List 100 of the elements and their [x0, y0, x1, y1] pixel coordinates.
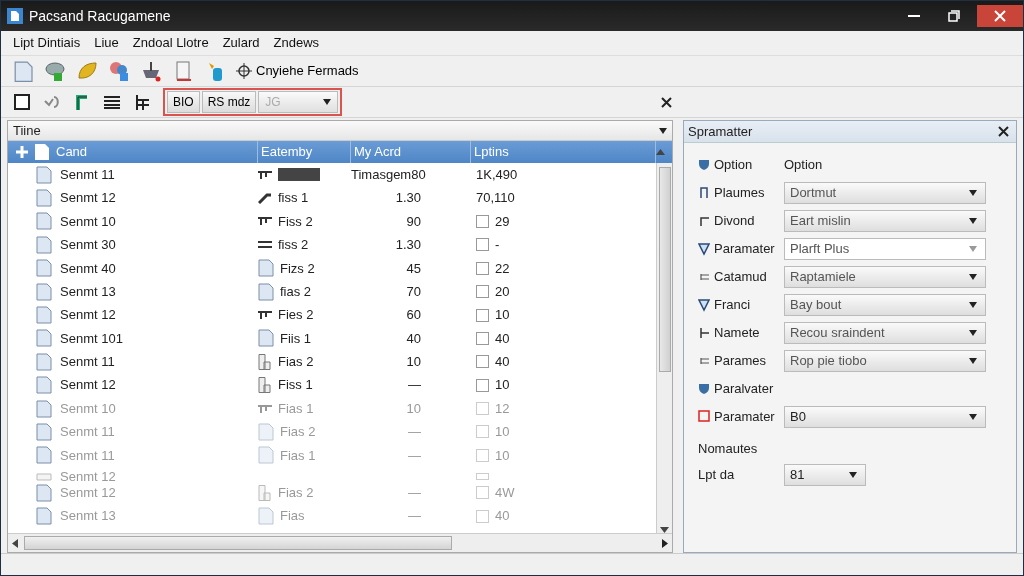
checkbox[interactable] [476, 509, 489, 523]
table-cell-text: Fiss 2 [278, 212, 313, 231]
table-cell-text: - [495, 236, 500, 255]
dropdown-arrow-icon[interactable] [659, 127, 667, 134]
menu-item[interactable]: Zulard [216, 33, 266, 53]
table-cell-text: 10 [495, 376, 510, 395]
checkbox[interactable] [476, 238, 489, 252]
document-icon [36, 446, 52, 465]
table-cell: 40 [406, 330, 421, 346]
table-cell-text: Fias [280, 507, 305, 526]
checkbox[interactable] [476, 448, 489, 462]
tool-icon [258, 170, 272, 179]
checkbox[interactable] [476, 402, 489, 416]
vertical-scrollbar[interactable] [656, 163, 672, 533]
scroll-up-icon[interactable] [656, 149, 665, 155]
table-cell-text: fias 2 [280, 282, 312, 301]
dropdown-arrow-icon [969, 330, 977, 336]
dropdown-field[interactable]: 81 [784, 464, 866, 486]
table-cell-text: Fias 2 [278, 353, 314, 372]
row-name[interactable]: Senmt 12 [60, 375, 116, 395]
document-icon [36, 352, 52, 371]
field-label: Paralvater [714, 380, 774, 399]
dropdown-field[interactable]: Recou sraindent [784, 322, 986, 344]
dropdown-field[interactable]: Rop pie tiobo [784, 350, 986, 372]
tool-icon [258, 217, 272, 226]
app-icon [7, 8, 23, 24]
row-name[interactable]: Senmt 12 [60, 188, 116, 208]
command-button[interactable]: Cnyiehe Fermads [233, 59, 362, 83]
scroll-thumb[interactable] [24, 536, 452, 550]
document-icon [12, 60, 34, 82]
field-label: Namete [714, 324, 760, 343]
shield-icon [698, 158, 710, 172]
close-icon [998, 126, 1009, 137]
row-name[interactable]: Senmt 10 [60, 211, 116, 232]
table-cell: 1.30 [395, 237, 421, 253]
checkbox[interactable] [476, 378, 489, 392]
table-cell-text: 40 [495, 507, 510, 526]
close-button[interactable] [658, 94, 675, 110]
table-cell: 90 [406, 213, 421, 229]
menu-item[interactable]: Zndoal Llotre [126, 33, 215, 53]
document-icon [258, 329, 274, 348]
document-icon [36, 376, 52, 395]
table-cell-text: 20 [495, 282, 510, 301]
row-name[interactable]: Senmt 30 [60, 235, 116, 255]
table-cell-text: 22 [495, 259, 510, 278]
document-icon [36, 165, 52, 184]
menu-item[interactable]: Zndews [267, 33, 326, 53]
format-button[interactable]: BIO [167, 91, 200, 113]
dropdown-field[interactable]: Eart mislin [784, 210, 986, 232]
row-name[interactable]: Senmt 13 [60, 281, 116, 302]
dropdown-field[interactable]: Raptamiele [784, 266, 986, 288]
input-field[interactable]: Plarft Plus [784, 238, 986, 260]
table-cell-text: fiss 1 [278, 189, 309, 208]
restore-icon [948, 10, 960, 22]
row-name[interactable]: Senmt 11 [60, 164, 115, 185]
document-icon [36, 507, 52, 526]
corner-icon [698, 214, 710, 228]
dropdown-field[interactable]: Dortmut [784, 182, 986, 204]
menu-item[interactable]: Liue [88, 33, 125, 53]
format-button[interactable]: RS mdz [201, 91, 257, 113]
field-label: Franci [714, 296, 751, 315]
row-name[interactable]: Senmt 12 [60, 305, 116, 325]
table-cell-text: Fias 2 [278, 484, 314, 502]
shield-icon [698, 242, 710, 256]
checkbox[interactable] [476, 285, 489, 299]
checkbox[interactable] [476, 473, 489, 481]
checkbox[interactable] [476, 214, 489, 228]
checkbox[interactable] [476, 355, 489, 369]
document-icon [36, 472, 52, 481]
close-button[interactable] [995, 124, 1012, 139]
checkbox[interactable] [476, 486, 489, 500]
menu-item[interactable]: Lipt Dintiais [7, 33, 87, 53]
palette-icon [108, 60, 130, 82]
row-name[interactable]: Senmt 11 [60, 352, 115, 372]
row-name[interactable]: Senmt 101 [60, 328, 123, 349]
panel-title: Spramatter [688, 122, 753, 141]
plus-icon[interactable] [16, 146, 28, 158]
document-icon [36, 306, 52, 325]
pages-icon [258, 353, 272, 370]
table-cell-text: Fiss 1 [278, 376, 313, 395]
scroll-right-icon[interactable] [662, 538, 668, 548]
row-name[interactable]: Senmt 40 [60, 258, 116, 278]
table-cell: 45 [406, 260, 421, 276]
document-icon [258, 423, 274, 441]
document-icon [258, 282, 274, 301]
dropdown-field[interactable]: Bay bout [784, 294, 986, 316]
minimize-icon [908, 15, 920, 17]
field-label: Divond [714, 212, 755, 231]
checkbox[interactable] [476, 331, 489, 345]
document-icon [36, 259, 52, 278]
table-cell-text: 10 [495, 423, 510, 442]
document-icon [258, 446, 274, 465]
checkbox[interactable] [476, 425, 489, 439]
checkbox[interactable] [476, 308, 489, 322]
table-cell-text: 40 [495, 329, 510, 348]
checkbox[interactable] [476, 261, 489, 275]
shield-icon [698, 298, 710, 312]
scroll-left-icon[interactable] [12, 538, 18, 548]
scroll-thumb[interactable] [658, 167, 671, 372]
dropdown-field[interactable]: B0 [784, 406, 986, 428]
